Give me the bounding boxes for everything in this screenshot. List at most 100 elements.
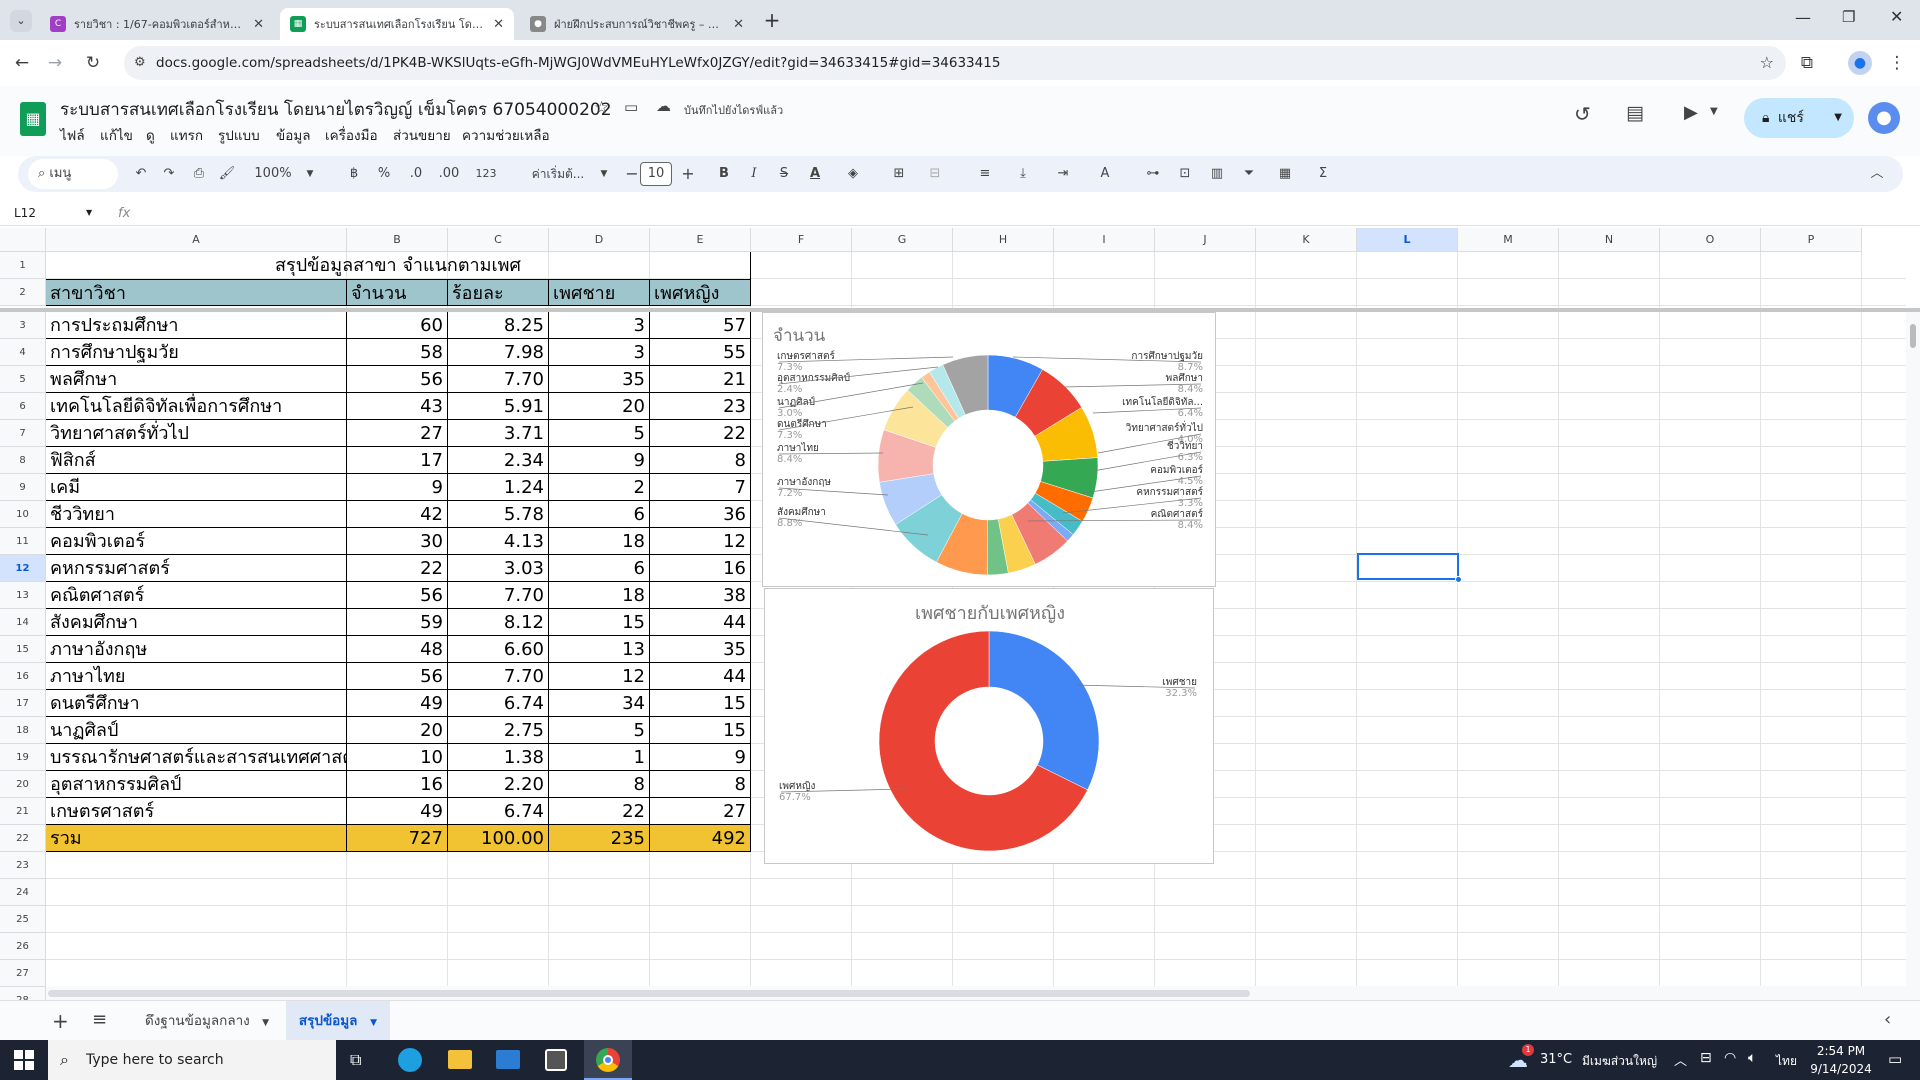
row-header-18[interactable]: 18 xyxy=(0,717,46,744)
value-cell[interactable]: 10 xyxy=(347,744,448,771)
browser-tab-1[interactable]: C รายวิชา : 1/67-คอมพิวเตอร์สำหรับป ✕ xyxy=(40,8,274,40)
value-cell[interactable]: 2.34 xyxy=(448,447,549,474)
insert-chart-icon[interactable]: ▥ xyxy=(1206,156,1228,192)
chevron-down-icon[interactable]: ▼ xyxy=(304,156,316,192)
task-view-icon[interactable]: ⧉ xyxy=(350,1050,361,1070)
value-cell[interactable]: 58 xyxy=(347,339,448,366)
value-cell[interactable]: 8 xyxy=(549,771,650,798)
close-window-icon[interactable]: ✕ xyxy=(1890,7,1903,26)
value-cell[interactable]: 36 xyxy=(650,501,751,528)
browser-menu-icon[interactable]: ⋮ xyxy=(1884,50,1910,76)
browser-tab-3[interactable]: ● ฝ่ายฝึกประสบการณ์วิชาชีพครู – คณ ✕ xyxy=(520,8,754,40)
value-cell[interactable]: 8 xyxy=(650,771,751,798)
subject-cell[interactable]: สังคมศึกษา xyxy=(46,609,347,636)
move-folder-icon[interactable]: ▭ xyxy=(624,98,638,116)
name-box[interactable]: L12 xyxy=(14,206,84,220)
value-cell[interactable]: 56 xyxy=(347,663,448,690)
subject-cell[interactable]: เทคโนโลยีดิจิทัลเพื่อการศึกษา xyxy=(46,393,347,420)
value-cell[interactable]: 3.03 xyxy=(448,555,549,582)
pie-chart-gender[interactable]: เพศชายกับเพศหญิง เพศชาย 32.3% เพศหญิง 67.7% xyxy=(764,588,1214,864)
table-header-cell[interactable]: ร้อยละ xyxy=(448,279,549,306)
value-cell[interactable]: 8.12 xyxy=(448,609,549,636)
column-header-J[interactable]: J xyxy=(1155,228,1256,252)
total-cell[interactable]: 727 xyxy=(347,825,448,852)
table-header-cell[interactable]: จำนวน xyxy=(347,279,448,306)
menu-extensions[interactable]: ส่วนขยาย xyxy=(393,124,451,146)
store-icon[interactable] xyxy=(545,1049,567,1071)
column-header-M[interactable]: M xyxy=(1458,228,1559,252)
chrome-taskbar-button[interactable] xyxy=(584,1040,632,1080)
fill-handle[interactable] xyxy=(1455,576,1462,583)
weather-text[interactable]: มีเมฆส่วนใหญ่ xyxy=(1582,1052,1657,1071)
star-icon[interactable]: ☆ xyxy=(594,98,609,118)
value-cell[interactable]: 1 xyxy=(549,744,650,771)
increase-decimal-button[interactable]: .00 xyxy=(434,156,464,192)
number-format-button[interactable]: 123 xyxy=(472,156,500,192)
value-cell[interactable]: 4.13 xyxy=(448,528,549,555)
value-cell[interactable]: 18 xyxy=(549,528,650,555)
close-tab-icon[interactable]: ✕ xyxy=(493,17,504,32)
total-cell[interactable]: 100.00 xyxy=(448,825,549,852)
row-header-9[interactable]: 9 xyxy=(0,474,46,501)
value-cell[interactable]: 44 xyxy=(650,663,751,690)
value-cell[interactable]: 3 xyxy=(549,339,650,366)
value-cell[interactable]: 7.70 xyxy=(448,582,549,609)
collapse-toolbar-icon[interactable]: ︿ xyxy=(1866,156,1888,192)
file-explorer-icon[interactable] xyxy=(448,1050,472,1069)
column-header-K[interactable]: K xyxy=(1256,228,1357,252)
row-header-5[interactable]: 5 xyxy=(0,366,46,393)
text-color-icon[interactable]: A xyxy=(804,156,826,192)
font-size-decrease-button[interactable]: − xyxy=(622,156,642,192)
formula-input[interactable] xyxy=(150,206,1850,224)
redo-icon[interactable]: ↷ xyxy=(158,156,180,192)
value-cell[interactable]: 8.25 xyxy=(448,312,549,339)
row-header-1[interactable]: 1 xyxy=(0,252,46,279)
subject-cell[interactable]: ชีววิทยา xyxy=(46,501,347,528)
row-header-3[interactable]: 3 xyxy=(0,312,46,339)
value-cell[interactable]: 49 xyxy=(347,690,448,717)
column-header-G[interactable]: G xyxy=(852,228,953,252)
table-header-cell[interactable]: สาขาวิชา xyxy=(46,279,347,306)
font-select[interactable]: ค่าเริ่มต้... xyxy=(518,156,598,192)
show-hidden-icons-icon[interactable]: ︿ xyxy=(1674,1050,1687,1069)
value-cell[interactable]: 7.70 xyxy=(448,366,549,393)
subject-cell[interactable]: คหกรรมศาสตร์ xyxy=(46,555,347,582)
column-header-L[interactable]: L xyxy=(1357,228,1458,252)
comments-icon[interactable]: ▤ xyxy=(1626,102,1644,124)
value-cell[interactable]: 15 xyxy=(650,690,751,717)
chevron-down-icon[interactable]: ▼ xyxy=(598,156,610,192)
subject-cell[interactable]: นาฏศิลป์ xyxy=(46,717,347,744)
functions-icon[interactable]: Σ xyxy=(1312,156,1334,192)
value-cell[interactable]: 56 xyxy=(347,366,448,393)
value-cell[interactable]: 12 xyxy=(650,528,751,555)
value-cell[interactable]: 20 xyxy=(347,717,448,744)
filter-icon[interactable]: ⏷ xyxy=(1238,156,1260,192)
insert-link-icon[interactable]: ⊶ xyxy=(1142,156,1164,192)
value-cell[interactable]: 18 xyxy=(549,582,650,609)
value-cell[interactable]: 1.38 xyxy=(448,744,549,771)
spreadsheet-grid[interactable]: ABCDEFGHIJKLMNOP 1 2 3 4 5 6 7 8 9 10 11 12 13 14 15 16… xyxy=(0,228,1920,1000)
row-header-19[interactable]: 19 xyxy=(0,744,46,771)
collapse-sidepanel-icon[interactable]: ‹ xyxy=(1884,1009,1891,1030)
menu-edit[interactable]: แก้ไข xyxy=(100,124,133,146)
chevron-down-icon[interactable]: ▼ xyxy=(86,208,92,217)
share-button[interactable]: 🔒︎ แชร์ ▼ xyxy=(1744,98,1854,138)
mail-icon[interactable] xyxy=(496,1050,520,1069)
extensions-icon[interactable]: ⧉ xyxy=(1794,50,1820,76)
vertical-scrollbar[interactable] xyxy=(1906,312,1920,1000)
vertical-align-icon[interactable]: ⤓ xyxy=(1008,156,1038,192)
wifi-icon[interactable]: ◠ xyxy=(1724,1050,1736,1066)
borders-icon[interactable]: ⊞ xyxy=(888,156,910,192)
row-header-20[interactable]: 20 xyxy=(0,771,46,798)
text-wrap-icon[interactable]: ⇥ xyxy=(1048,156,1078,192)
table-header-cell[interactable]: เพศชาย xyxy=(549,279,650,306)
back-icon[interactable]: ← xyxy=(9,50,35,76)
subject-cell[interactable]: คอมพิวเตอร์ xyxy=(46,528,347,555)
row-header-23[interactable]: 23 xyxy=(0,852,46,879)
horizontal-scrollbar[interactable] xyxy=(46,986,1906,1000)
value-cell[interactable]: 22 xyxy=(347,555,448,582)
value-cell[interactable]: 7.70 xyxy=(448,663,549,690)
font-size-increase-button[interactable]: + xyxy=(678,156,698,192)
table-title[interactable]: สรุปข้อมูลสาขา จำแนกตามเพศ xyxy=(46,252,751,279)
edge-icon[interactable] xyxy=(398,1048,422,1072)
